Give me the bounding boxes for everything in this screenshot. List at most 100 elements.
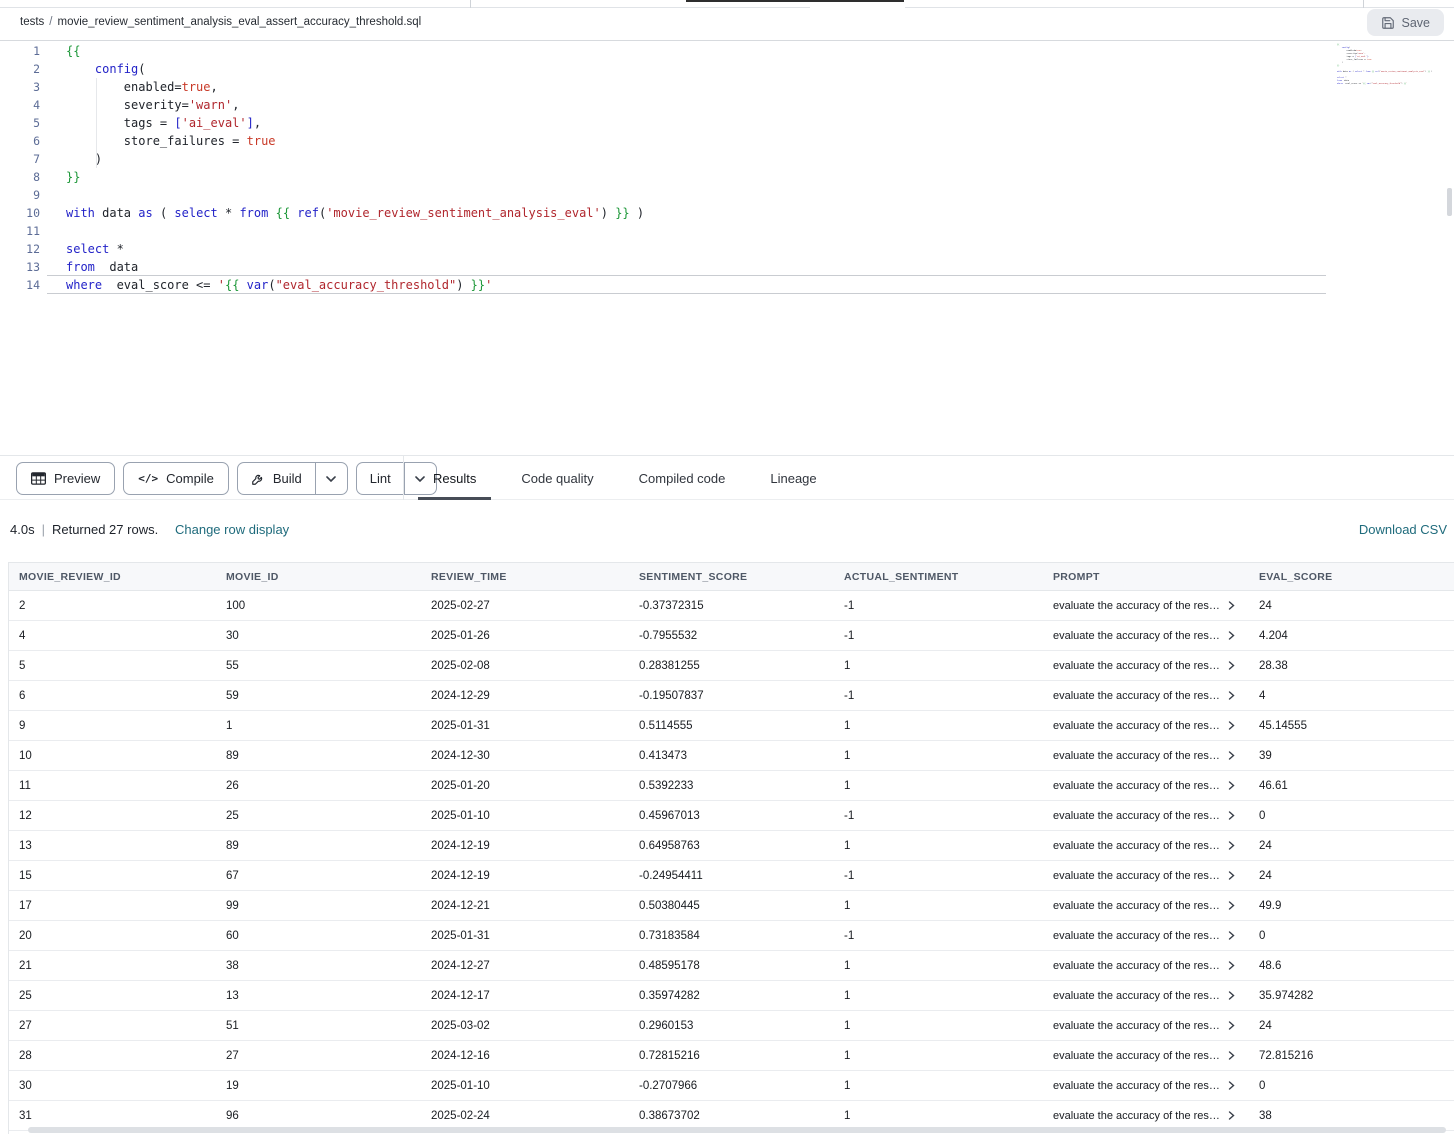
line-number: 3: [0, 78, 40, 96]
table-cell: 13: [216, 990, 421, 1002]
expand-cell-icon[interactable]: [1228, 1111, 1235, 1120]
table-cell: 2024-12-27: [421, 960, 629, 972]
code-line[interactable]: select *: [66, 240, 644, 258]
expand-cell-icon[interactable]: [1228, 1021, 1235, 1030]
code-line[interactable]: severity='warn',: [66, 96, 644, 114]
prompt-cell: evaluate the accuracy of the res…: [1043, 600, 1249, 612]
editor-code[interactable]: {{ config( enabled=true, severity='warn'…: [66, 42, 644, 294]
expand-cell-icon[interactable]: [1228, 931, 1235, 940]
expand-cell-icon[interactable]: [1228, 961, 1235, 970]
code-line[interactable]: [66, 222, 644, 240]
table-cell: 19: [216, 1080, 421, 1092]
code-line[interactable]: ): [66, 150, 644, 168]
table-cell: 1: [216, 720, 421, 732]
editor-scrollbar[interactable]: [1447, 188, 1452, 216]
preview-button-label: Preview: [54, 471, 100, 486]
table-cell: 30: [9, 1080, 216, 1092]
sql-editor[interactable]: 1234567891011121314 {{ config( enabled=t…: [0, 41, 1454, 455]
table-cell: 24: [1249, 870, 1449, 882]
prompt-text: evaluate the accuracy of the res…: [1053, 1080, 1220, 1092]
expand-cell-icon[interactable]: [1228, 1051, 1235, 1060]
code-line[interactable]: where eval_score <= '{{ var("eval_accura…: [1337, 82, 1355, 85]
table-cell: 48.6: [1249, 960, 1449, 972]
column-header: MOVIE_REVIEW_ID: [9, 571, 216, 583]
code-line[interactable]: where eval_score <= '{{ var("eval_accura…: [66, 276, 644, 294]
rows-returned: Returned 27 rows.: [52, 522, 158, 537]
table-cell: 1: [834, 720, 1043, 732]
download-csv-link[interactable]: Download CSV: [1359, 522, 1447, 537]
save-button-label: Save: [1402, 16, 1431, 30]
column-header: ACTUAL_SENTIMENT: [834, 571, 1043, 583]
table-cell: 2025-01-31: [421, 930, 629, 942]
compile-button-label: Compile: [166, 471, 214, 486]
table-cell: 13: [9, 840, 216, 852]
expand-cell-icon[interactable]: [1228, 781, 1235, 790]
expand-cell-icon[interactable]: [1228, 751, 1235, 760]
expand-cell-icon[interactable]: [1228, 811, 1235, 820]
prompt-cell: evaluate the accuracy of the res…: [1043, 810, 1249, 822]
table-cell: 0: [1249, 930, 1449, 942]
code-line[interactable]: config(: [66, 60, 644, 78]
build-dropdown-button[interactable]: [315, 463, 347, 494]
change-row-display-link[interactable]: Change row display: [175, 522, 289, 537]
tab-results[interactable]: Results: [418, 456, 491, 500]
table-cell: 0.48595178: [629, 960, 834, 972]
table-cell: 2025-02-27: [421, 600, 629, 612]
code-line[interactable]: with data as ( select * from {{ ref('mov…: [66, 204, 644, 222]
table-cell: 27: [9, 1020, 216, 1032]
prompt-cell: evaluate the accuracy of the res…: [1043, 930, 1249, 942]
compile-button[interactable]: </> Compile: [123, 462, 229, 495]
prompt-text: evaluate the accuracy of the res…: [1053, 1050, 1220, 1062]
expand-cell-icon[interactable]: [1228, 601, 1235, 610]
breadcrumb: tests/movie_review_sentiment_analysis_ev…: [20, 16, 421, 28]
horizontal-scrollbar[interactable]: [28, 1127, 1446, 1133]
expand-cell-icon[interactable]: [1228, 631, 1235, 640]
table-cell: 25: [9, 990, 216, 1002]
table-cell: 24: [1249, 1020, 1449, 1032]
code-line[interactable]: from data: [66, 258, 644, 276]
table-cell: 1: [834, 1110, 1043, 1122]
table-cell: 2024-12-21: [421, 900, 629, 912]
tab-lineage[interactable]: Lineage: [755, 456, 831, 500]
prompt-cell: evaluate the accuracy of the res…: [1043, 900, 1249, 912]
tab-compiled-code[interactable]: Compiled code: [624, 456, 741, 500]
expand-cell-icon[interactable]: [1228, 901, 1235, 910]
tab-code-quality[interactable]: Code quality: [506, 456, 608, 500]
expand-cell-icon[interactable]: [1228, 691, 1235, 700]
expand-cell-icon[interactable]: [1228, 721, 1235, 730]
code-line[interactable]: }}: [66, 168, 644, 186]
line-number: 10: [0, 204, 40, 222]
table-row: 17992024-12-210.503804451evaluate the ac…: [9, 891, 1454, 921]
action-buttons: Preview </> Compile Build Lint: [16, 462, 437, 495]
expand-cell-icon[interactable]: [1228, 661, 1235, 670]
table-cell: 0.35974282: [629, 990, 834, 1002]
preview-button[interactable]: Preview: [16, 462, 115, 495]
code-line[interactable]: enabled=true,: [66, 78, 644, 96]
line-number: 5: [0, 114, 40, 132]
status-bar: 4.0s|Returned 27 rows. Change row displa…: [0, 500, 1454, 562]
code-line[interactable]: [66, 186, 644, 204]
table-cell: -0.19507837: [629, 690, 834, 702]
lint-button[interactable]: Lint: [357, 463, 404, 494]
expand-cell-icon[interactable]: [1228, 871, 1235, 880]
code-line[interactable]: {{: [66, 42, 644, 60]
table-row: 25132024-12-170.359742821evaluate the ac…: [9, 981, 1454, 1011]
code-line[interactable]: tags = ['ai_eval'],: [66, 114, 644, 132]
breadcrumb-folder[interactable]: tests: [20, 16, 44, 28]
code-line[interactable]: with data as ( select * from {{ ref('mov…: [1337, 70, 1355, 73]
lint-button-label: Lint: [370, 471, 391, 486]
build-button[interactable]: Build: [238, 463, 315, 494]
table-row: 13892024-12-190.649587631evaluate the ac…: [9, 831, 1454, 861]
code-line[interactable]: store_failures = true: [66, 132, 644, 150]
expand-cell-icon[interactable]: [1228, 991, 1235, 1000]
table-cell: 21: [9, 960, 216, 972]
table-cell: 100: [216, 600, 421, 612]
editor-minimap[interactable]: {{ config( enabled=true, severity='warn'…: [1337, 43, 1449, 173]
prompt-cell: evaluate the accuracy of the res…: [1043, 1050, 1249, 1062]
expand-cell-icon[interactable]: [1228, 841, 1235, 850]
line-number: 7: [0, 150, 40, 168]
save-button[interactable]: Save: [1367, 9, 1445, 36]
prompt-text: evaluate the accuracy of the res…: [1053, 810, 1220, 822]
table-cell: 0.28381255: [629, 660, 834, 672]
expand-cell-icon[interactable]: [1228, 1081, 1235, 1090]
